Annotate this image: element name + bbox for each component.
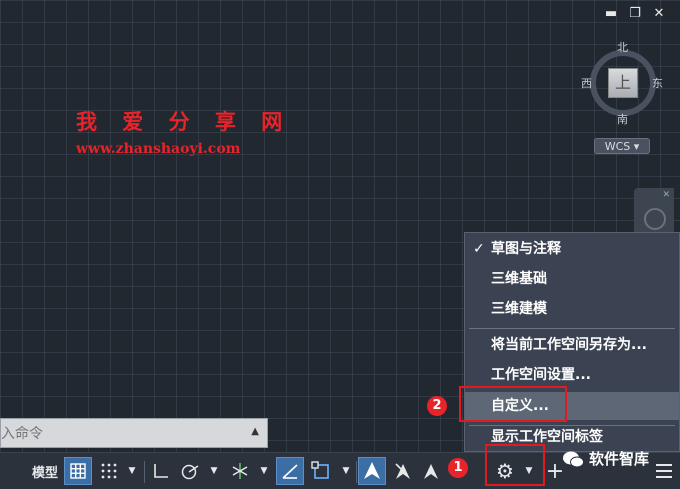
step-badge-1: 1 — [448, 458, 468, 478]
chevron-down-icon: ▼ — [210, 466, 218, 476]
object-snap-icon — [311, 461, 329, 479]
steering-wheel-icon[interactable] — [644, 208, 666, 230]
snap-dropdown[interactable]: ▼ — [124, 457, 140, 485]
viewcube[interactable]: 上 北 南 西 东 — [581, 41, 663, 126]
hamburger-menu-icon — [656, 464, 672, 478]
object-snap-tracking-button[interactable] — [276, 457, 304, 485]
menu-item-label: 三维建模 — [491, 301, 547, 317]
customization-button[interactable] — [650, 457, 678, 485]
menu-item-save-workspace-as[interactable]: 将当前工作空间另存为... — [465, 331, 679, 359]
menu-item-workspace-settings[interactable]: 工作空间设置... — [465, 361, 679, 389]
command-history-arrow-icon[interactable]: ▲ — [251, 426, 259, 437]
object-snap-dropdown[interactable]: ▼ — [338, 457, 354, 485]
menu-divider — [469, 328, 675, 329]
auto-scale-button[interactable] — [418, 457, 444, 485]
wechat-icon — [563, 451, 584, 467]
snap-button[interactable] — [96, 457, 122, 485]
isodraft-dropdown[interactable]: ▼ — [256, 457, 272, 485]
close-icon[interactable]: ✕ — [652, 6, 666, 21]
chevron-down-icon: ▼ — [128, 466, 136, 476]
viewcube-top-face[interactable]: 上 — [608, 68, 638, 98]
object-snap-button[interactable] — [306, 457, 336, 485]
ortho-button[interactable] — [148, 457, 174, 485]
grid-icon — [70, 463, 86, 479]
menu-item-label: 三维基础 — [491, 271, 547, 287]
menu-item-3d-basics[interactable]: 三维基础 — [465, 265, 679, 293]
compass-west-label[interactable]: 西 — [581, 75, 592, 91]
menu-item-label: 草图与注释 — [491, 241, 561, 257]
chevron-down-icon: ▼ — [342, 466, 350, 476]
isometric-icon — [232, 463, 248, 479]
divider — [144, 461, 145, 483]
ortho-icon — [154, 464, 168, 478]
watermark-url: www.zhanshaoyi.com — [76, 141, 241, 157]
snap-tracking-icon — [282, 464, 298, 479]
annotation-visibility-icon — [395, 463, 410, 479]
highlight-box-customize — [459, 386, 567, 422]
menu-item-label: 将当前工作空间另存为... — [491, 337, 647, 353]
model-space-button[interactable]: 模型 — [28, 457, 62, 485]
isodraft-button[interactable] — [226, 457, 254, 485]
menu-item-3d-modeling[interactable]: 三维建模 — [465, 295, 679, 323]
wcs-dropdown[interactable]: WCS ▾ — [594, 138, 650, 154]
navbar-close-icon[interactable]: ✕ — [662, 190, 670, 200]
step-badge-2: 2 — [427, 396, 447, 416]
polar-tracking-button[interactable] — [176, 457, 204, 485]
annotation-scale-button[interactable] — [358, 457, 386, 485]
chevron-down-icon: ▼ — [260, 466, 268, 476]
highlight-box-workspace-switch — [485, 444, 545, 486]
compass-north-label[interactable]: 北 — [617, 39, 628, 55]
menu-item-label: 显示工作空间标签 — [491, 429, 603, 445]
wechat-watermark: 软件智库 — [562, 448, 649, 469]
command-line[interactable]: ▲ — [0, 418, 268, 448]
divider — [356, 461, 357, 483]
command-input[interactable] — [1, 423, 243, 445]
viewport-window-controls: ▬ ❐ ✕ — [604, 6, 666, 21]
checkmark-icon: ✓ — [473, 241, 485, 257]
menu-item-label: 工作空间设置... — [491, 367, 591, 383]
watermark-title: 我 爱 分 享 网 — [76, 110, 292, 134]
annotation-visibility-button[interactable] — [390, 457, 416, 485]
annotation-scale-icon — [364, 462, 380, 479]
minimize-icon[interactable]: ▬ — [604, 6, 618, 21]
polar-tracking-icon — [181, 464, 199, 480]
wechat-account-label: 软件智库 — [589, 450, 650, 468]
snap-grid-icon — [101, 463, 117, 479]
restore-icon[interactable]: ❐ — [628, 6, 642, 21]
menu-item-drafting-annotation[interactable]: ✓ 草图与注释 — [465, 235, 679, 263]
grid-button[interactable] — [64, 457, 92, 485]
auto-scale-icon — [424, 464, 438, 479]
compass-south-label[interactable]: 南 — [617, 111, 628, 127]
compass-east-label[interactable]: 东 — [652, 75, 663, 91]
polar-dropdown[interactable]: ▼ — [206, 457, 222, 485]
